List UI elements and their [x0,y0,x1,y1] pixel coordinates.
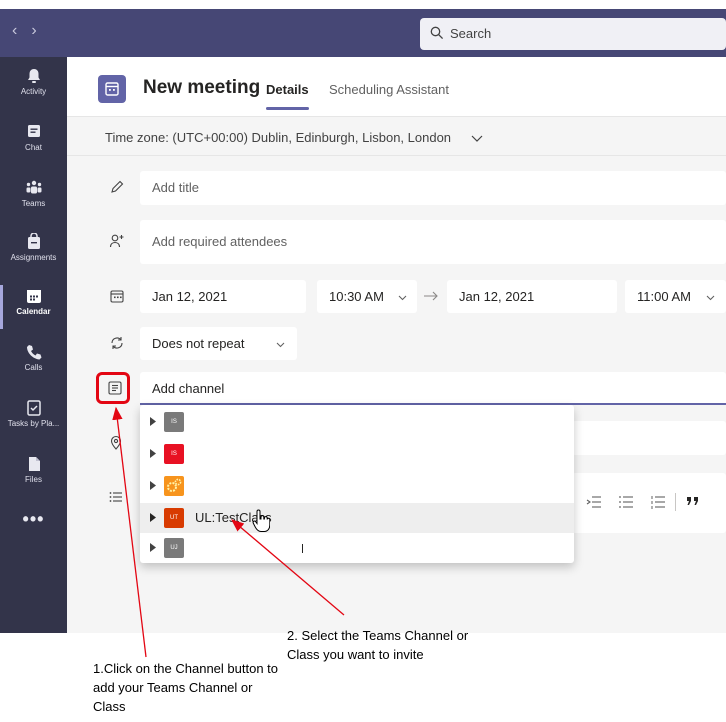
calendar-icon [110,290,124,303]
rail-item-calendar[interactable]: Calendar [0,281,67,333]
back-arrow-icon[interactable]: ‹ [12,22,31,39]
channel-option[interactable] [140,471,574,501]
rail-label: Teams [21,199,46,208]
end-time-value: 11:00 AM [637,289,691,304]
rail-label: Tasks by Pla... [7,419,60,428]
meeting-header: New meeting Details Scheduling Assistant [67,57,726,117]
assignments-icon [27,233,40,249]
team-avatar: IS [164,412,184,432]
forward-arrow-icon[interactable]: › [31,22,50,39]
repeat-value: Does not repeat [152,336,245,351]
arrow-right-icon [424,291,438,301]
rail-label: Activity [20,87,47,96]
indent-icon[interactable] [586,495,602,509]
location-field[interactable] [572,421,726,455]
calendar-icon [26,290,41,303]
tasks-icon [26,400,41,416]
rail-label: Files [25,475,42,484]
annotation-step-2: 2. Select the Teams Channel or Class you… [287,628,469,662]
title-bar: ‹› Search [0,9,726,57]
title-field[interactable]: Add title [140,171,726,205]
caret-right-icon[interactable] [150,417,156,426]
start-date-value: Jan 12, 2021 [152,289,228,304]
phone-icon [26,345,41,360]
chevron-down-icon [706,295,715,301]
rail-item-assignments[interactable]: Assignments [0,227,67,279]
attendees-placeholder: Add required attendees [152,234,288,249]
team-avatar: UJ [164,538,184,558]
nav-arrows: ‹› [12,22,51,40]
numbered-list-icon[interactable] [650,495,666,509]
caret-right-icon[interactable] [150,481,156,490]
channel-dropdown: IS IS UT UL:TestClass UJ [140,405,574,563]
timezone-label: Time zone: (UTC+00:00) Dublin, Edinburgh… [105,130,452,145]
end-date-field[interactable]: Jan 12, 2021 [447,280,617,313]
rail-label: Calls [24,363,43,372]
rail-label: Calendar [16,307,51,316]
search-icon [430,26,444,40]
caret-right-icon[interactable] [150,513,156,522]
toolbar-divider [675,493,676,511]
bell-icon [27,69,40,83]
annotation-step-1: 1.Click on the Channel button to add you… [93,661,279,714]
location-icon [110,435,122,450]
rail-item-calls[interactable]: Calls [0,337,67,389]
chevron-down-icon [276,342,285,348]
add-person-icon [109,234,124,248]
team-avatar: IS [164,444,184,464]
rail-item-chat[interactable]: Chat [0,117,67,169]
channel-placeholder: Add channel [152,381,225,396]
timezone-selector[interactable]: Time zone: (UTC+00:00) Dublin, Edinburgh… [67,118,726,156]
quote-icon[interactable] [686,495,700,507]
gears-icon [164,476,184,496]
channel-button-highlight [96,372,130,404]
rail-item-activity[interactable]: Activity [0,61,67,113]
channel-option-ul-testclass[interactable]: UT UL:TestClass [140,503,574,533]
channel-option[interactable]: IS [140,407,574,437]
rail-item-tasks[interactable]: Tasks by Pla... [0,393,67,445]
repeat-icon [111,337,123,349]
pencil-icon [111,180,124,193]
calendar-icon [98,75,126,103]
start-date-field[interactable]: Jan 12, 2021 [140,280,306,313]
rail-label: Chat [25,143,42,152]
attendees-field[interactable]: Add required attendees [140,220,726,264]
channel-field[interactable]: Add channel [140,372,726,405]
search-placeholder: Search [450,26,492,41]
team-avatar: UT [164,508,184,528]
channel-option[interactable]: IS [140,439,574,469]
rail-label: Assignments [10,253,57,262]
files-icon [28,457,40,471]
title-placeholder: Add title [152,180,199,195]
end-date-value: Jan 12, 2021 [459,289,535,304]
tab-details[interactable]: Details [266,82,309,110]
chat-icon [27,125,40,137]
page-title: New meeting [143,77,261,98]
start-time-select[interactable]: 10:30 AM [317,280,417,313]
repeat-select[interactable]: Does not repeat [140,327,297,360]
chevron-down-icon [398,295,407,301]
caret-right-icon[interactable] [150,543,156,552]
teams-icon [26,180,41,194]
search-input[interactable]: Search [420,18,726,50]
channel-option[interactable]: UJ [140,533,574,563]
text-caret [302,544,303,553]
more-apps-icon[interactable]: ••• [0,509,67,530]
tab-scheduling-assistant[interactable]: Scheduling Assistant [329,82,449,97]
start-time-value: 10:30 AM [329,289,384,304]
list-icon [109,492,122,502]
formatting-toolbar [572,473,726,533]
rail-item-files[interactable]: Files [0,449,67,501]
end-time-select[interactable]: 11:00 AM [625,280,726,313]
hand-cursor-icon [252,509,270,532]
chevron-down-icon [471,135,483,142]
bullet-list-icon[interactable] [618,495,634,509]
caret-right-icon[interactable] [150,449,156,458]
rail-item-teams[interactable]: Teams [0,173,67,225]
app-rail: Activity Chat Teams Assignments Calendar… [0,57,67,633]
